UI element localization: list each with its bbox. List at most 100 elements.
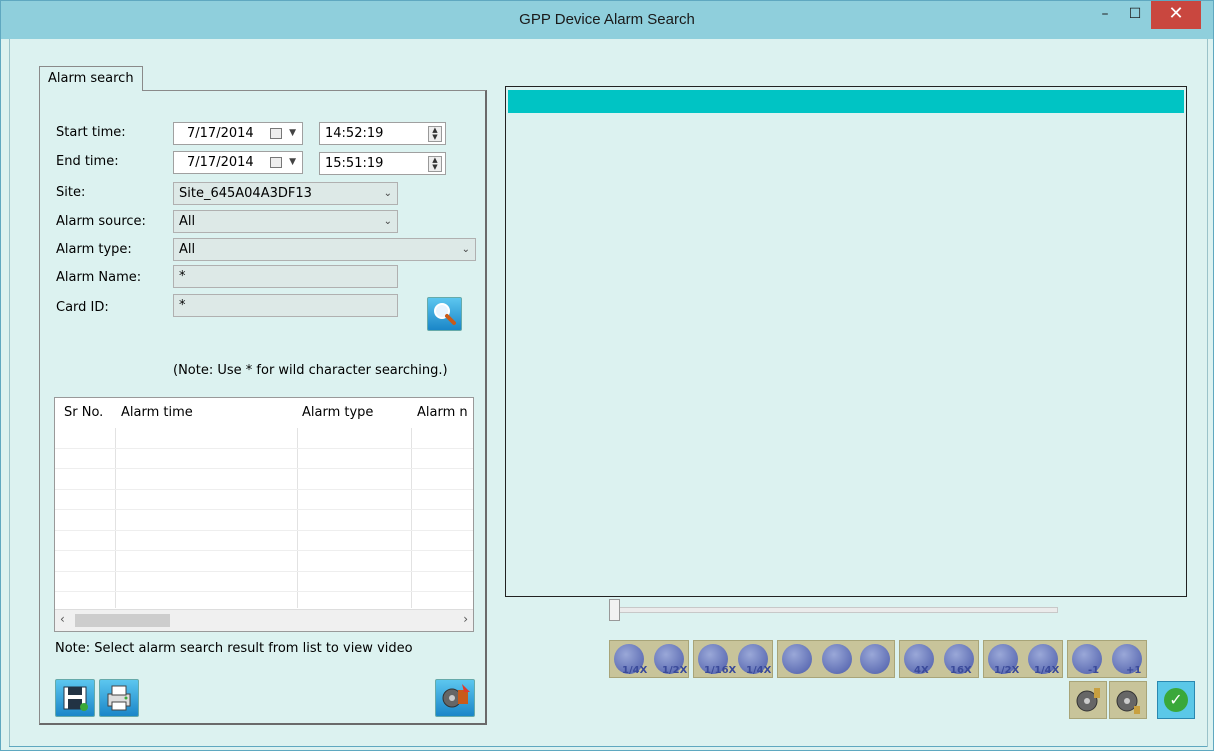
window-title: GPP Device Alarm Search <box>519 11 695 28</box>
column-divider <box>297 428 298 608</box>
clip-start-button[interactable] <box>1069 681 1107 719</box>
start-time-label: Start time: <box>56 125 126 140</box>
column-header-sr-no[interactable]: Sr No. <box>64 398 103 428</box>
speed-label: 4X <box>914 665 929 676</box>
export-video-button[interactable] <box>435 679 475 717</box>
video-view[interactable] <box>505 86 1187 597</box>
alarm-source-label: Alarm source: <box>56 214 146 229</box>
start-date-picker[interactable]: 7/17/2014 ▼ <box>173 122 303 145</box>
row-divider <box>55 530 473 531</box>
end-date-value: 7/17/2014 <box>187 155 254 170</box>
fast-forward-group: 4X 16X <box>899 640 979 678</box>
alarm-type-label: Alarm type: <box>56 242 132 257</box>
start-time-spinner[interactable]: 14:52:19 ▲ ▼ <box>319 122 446 145</box>
step-label: -1 <box>1088 665 1100 676</box>
clip-end-button[interactable] <box>1109 681 1147 719</box>
column-divider <box>115 428 116 608</box>
chevron-down-icon: ⌄ <box>383 216 392 227</box>
title-bar: GPP Device Alarm Search – ☐ ✕ <box>1 1 1213 39</box>
playback-slider-track[interactable] <box>611 607 1058 613</box>
minimize-button[interactable]: – <box>1091 1 1119 29</box>
end-time-label: End time: <box>56 154 119 169</box>
row-divider <box>55 591 473 592</box>
frame-right <box>1207 39 1208 747</box>
frame-step-group: -1 +1 <box>1067 640 1147 678</box>
search-button[interactable] <box>427 297 462 331</box>
alarm-source-select[interactable]: All ⌄ <box>173 210 398 233</box>
alarm-name-label: Alarm Name: <box>56 270 142 285</box>
chevron-down-icon: ▼ <box>289 157 296 167</box>
maximize-button[interactable]: ☐ <box>1121 1 1149 29</box>
close-button[interactable]: ✕ <box>1151 1 1201 29</box>
film-reel-icon <box>1116 690 1140 714</box>
column-header-alarm-type[interactable]: Alarm type <box>302 398 373 428</box>
chevron-down-icon: ⌄ <box>383 188 392 199</box>
spinner-icon[interactable]: ▲ ▼ <box>428 156 442 172</box>
alarm-source-value: All <box>179 214 196 229</box>
alarm-results-table[interactable]: Sr No. Alarm time Alarm type Alarm n ‹ › <box>54 397 474 632</box>
scroll-left-icon[interactable]: ‹ <box>60 612 65 626</box>
alarm-name-input[interactable]: * <box>173 265 398 288</box>
play-reverse-button[interactable] <box>782 644 812 674</box>
alarm-type-select[interactable]: All ⌄ <box>173 238 476 261</box>
slow-forward-group: 1/2X 1/4X <box>983 640 1063 678</box>
end-date-picker[interactable]: 7/17/2014 ▼ <box>173 151 303 174</box>
speed-label: 1/4X <box>746 665 772 676</box>
row-divider <box>55 571 473 572</box>
site-select[interactable]: Site_645A04A3DF13 ⌄ <box>173 182 398 205</box>
row-divider <box>55 509 473 510</box>
film-reel-icon <box>1076 688 1100 712</box>
calendar-icon <box>270 157 282 168</box>
start-time-value: 14:52:19 <box>325 126 384 141</box>
row-divider <box>55 448 473 449</box>
footer-note: Note: Select alarm search result from li… <box>55 641 413 656</box>
scrollbar-thumb[interactable] <box>75 614 170 627</box>
print-button[interactable] <box>99 679 139 717</box>
end-time-spinner[interactable]: 15:51:19 ▲ ▼ <box>319 152 446 175</box>
card-id-label: Card ID: <box>56 300 109 315</box>
step-label: +1 <box>1126 665 1142 676</box>
tab-alarm-search[interactable]: Alarm search <box>39 66 143 91</box>
site-label: Site: <box>56 185 86 200</box>
play-controls-group <box>777 640 895 678</box>
playback-slider-thumb[interactable] <box>609 599 620 621</box>
column-header-alarm-name[interactable]: Alarm n <box>417 398 468 428</box>
row-divider <box>55 489 473 490</box>
speed-label: 1/2X <box>662 665 688 676</box>
slow-rewind-group: 1/4X 1/2X <box>609 640 689 678</box>
chevron-down-icon: ⌄ <box>461 244 470 255</box>
end-time-value: 15:51:19 <box>325 156 384 171</box>
app-window: GPP Device Alarm Search – ☐ ✕ Alarm sear… <box>0 0 1214 751</box>
speed-label: 16X <box>950 665 972 676</box>
start-date-value: 7/17/2014 <box>187 126 254 141</box>
video-header-bar <box>508 90 1184 113</box>
speed-label: 1/2X <box>994 665 1020 676</box>
scroll-right-icon[interactable]: › <box>463 612 468 626</box>
save-button[interactable] <box>55 679 95 717</box>
speed-label: 1/4X <box>1034 665 1060 676</box>
pause-button[interactable] <box>822 644 852 674</box>
frame-bottom <box>9 746 1207 747</box>
horizontal-scrollbar[interactable]: ‹ › <box>55 609 473 631</box>
calendar-icon <box>270 128 282 139</box>
search-icon <box>434 303 456 325</box>
card-id-input[interactable]: * <box>173 294 398 317</box>
column-divider <box>411 428 412 608</box>
column-header-alarm-time[interactable]: Alarm time <box>121 398 193 428</box>
row-divider <box>55 550 473 551</box>
alarm-type-value: All <box>179 242 196 257</box>
site-value: Site_645A04A3DF13 <box>179 186 312 201</box>
speed-label: 1/4X <box>622 665 648 676</box>
ok-button[interactable]: ✓ <box>1157 681 1195 719</box>
row-divider <box>55 468 473 469</box>
play-button[interactable] <box>860 644 890 674</box>
checkmark-icon: ✓ <box>1164 688 1188 712</box>
film-export-icon <box>442 684 470 708</box>
speed-label: 1/16X <box>704 665 737 676</box>
save-icon <box>63 686 88 711</box>
fast-rewind-group: 1/16X 1/4X <box>693 640 773 678</box>
chevron-down-icon: ▼ <box>289 128 296 138</box>
frame-left <box>9 39 10 747</box>
printer-icon <box>107 685 131 711</box>
spinner-icon[interactable]: ▲ ▼ <box>428 126 442 142</box>
